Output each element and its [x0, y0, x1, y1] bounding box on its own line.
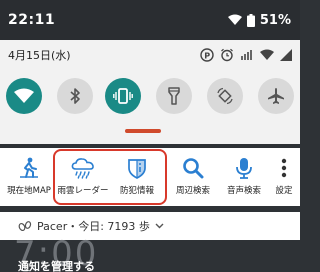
toggle-airplane-mode[interactable]	[258, 78, 294, 114]
manage-notifications-link[interactable]: 通知を管理する	[18, 258, 95, 272]
toggle-wifi[interactable]	[6, 78, 42, 114]
shortcut-settings[interactable]: 設定	[272, 148, 296, 206]
quick-settings-panel: 4月15日(水) P	[0, 40, 300, 144]
more-vert-icon	[281, 156, 287, 180]
shortcut-label: 音声検索	[226, 186, 261, 196]
panel-status-icons: P	[200, 48, 292, 62]
signal-alt-icon	[240, 48, 254, 62]
wifi-icon	[14, 88, 34, 104]
microphone-icon	[235, 156, 253, 180]
status-bar: 22:11 51%	[0, 0, 300, 40]
search-icon	[182, 156, 204, 180]
svg-text:P: P	[204, 51, 210, 60]
date-row: 4月15日(水) P	[0, 40, 300, 70]
shortcut-label: 周辺検索	[175, 186, 210, 196]
bluetooth-icon	[69, 87, 81, 105]
status-right: 51%	[227, 12, 291, 28]
footprint-icon	[18, 220, 32, 232]
pacer-text: Pacer・今日: 7193 歩	[37, 220, 150, 233]
shortcut-nearby-search[interactable]: 周辺検索	[170, 148, 216, 206]
alarm-icon	[220, 48, 234, 62]
panel-drag-handle[interactable]	[125, 129, 161, 133]
date-text[interactable]: 4月15日(水)	[8, 47, 71, 63]
battery-icon	[246, 13, 255, 27]
vibrate-icon	[113, 87, 133, 105]
shortcut-label: 現在地MAP	[7, 186, 51, 196]
cell-signal-icon	[280, 49, 292, 61]
chevron-down-icon[interactable]	[155, 223, 164, 229]
status-time: 22:11	[8, 12, 56, 28]
auto-rotate-icon	[216, 87, 234, 105]
toggle-vibrate[interactable]	[105, 78, 141, 114]
shortcut-label: 設定	[275, 186, 293, 196]
toggle-bluetooth[interactable]	[57, 78, 93, 114]
shortcut-current-location-map[interactable]: 現在地MAP	[6, 148, 52, 206]
wifi-small-icon	[260, 49, 274, 61]
annotation-highlight-box	[53, 149, 167, 205]
toggle-flashlight[interactable]	[156, 78, 192, 114]
airplane-icon	[267, 87, 285, 105]
battery-percent: 51%	[259, 12, 291, 28]
toggle-row	[0, 78, 300, 122]
walker-icon	[18, 156, 40, 180]
shortcut-voice-search[interactable]: 音声検索	[221, 148, 267, 206]
flashlight-icon	[168, 87, 180, 105]
wifi-status-icon	[227, 14, 242, 26]
toggle-auto-rotate[interactable]	[207, 78, 243, 114]
p-icon: P	[200, 48, 214, 62]
